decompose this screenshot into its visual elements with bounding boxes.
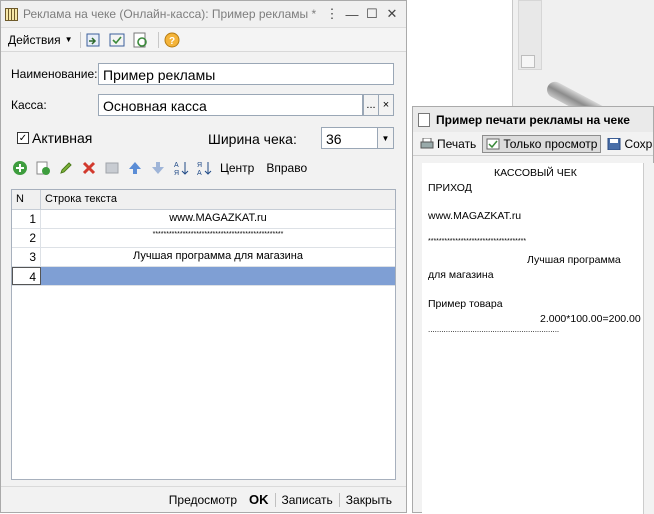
row-number: 1 — [12, 210, 41, 228]
receipt-title: КАССОВЫЙ ЧЕК — [494, 167, 577, 179]
window-title: Реклама на чеке (Онлайн-касса): Пример р… — [23, 7, 317, 21]
save-button[interactable]: Записать — [276, 493, 339, 507]
readonly-toggle[interactable]: Только просмотр — [482, 134, 602, 153]
save-preview-button[interactable]: Сохран — [604, 136, 653, 152]
center-button[interactable]: Центр — [220, 161, 254, 175]
ok-button[interactable]: OK — [243, 492, 275, 507]
print-preview-window: Пример печати рекламы на чеке Печать Тол… — [412, 106, 654, 514]
receipt-line: ПРИХОД — [428, 182, 472, 194]
save-icon[interactable] — [108, 31, 127, 49]
receipt-line: ........................................… — [428, 325, 560, 334]
row-text[interactable] — [41, 267, 395, 285]
column-header-n[interactable]: N — [12, 190, 41, 209]
preview-button[interactable]: Предосмотр — [163, 493, 243, 507]
width-dropdown-button[interactable]: ▼ — [377, 127, 394, 149]
kassa-select-button[interactable]: ... — [363, 94, 379, 116]
row-number: 2 — [12, 229, 41, 247]
row-number: 3 — [12, 248, 41, 266]
end-edit-icon[interactable] — [103, 159, 121, 177]
minimize-button[interactable]: — — [342, 5, 362, 23]
toolbar-separator — [79, 31, 81, 48]
bottom-bar: Предосмотр OK Записать Закрыть — [1, 486, 406, 512]
preview-title-bar: Пример печати рекламы на чеке — [413, 107, 653, 132]
svg-text:Я: Я — [197, 162, 202, 169]
checkbox-icon: ✓ — [17, 132, 29, 144]
sort-ascending-icon[interactable]: AЯ — [172, 159, 190, 177]
svg-text:?: ? — [169, 36, 175, 47]
receipt-preview: КАССОВЫЙ ЧЕК ПРИХОД www.MAGAZKAT.ru ****… — [422, 163, 643, 514]
printer-icon — [420, 137, 434, 150]
document-icon — [5, 7, 18, 21]
row-text[interactable]: Лучшая программа для магазина — [41, 248, 395, 266]
main-window: Реклама на чеке (Онлайн-касса): Пример р… — [0, 0, 407, 513]
receipt-line: для магазина — [428, 269, 494, 281]
more-icon[interactable]: ⋮ — [322, 5, 342, 23]
name-field[interactable]: Пример рекламы — [98, 63, 394, 85]
receipt-line: www.MAGAZKAT.ru — [428, 210, 522, 222]
svg-text:A: A — [174, 162, 179, 169]
table-row[interactable]: 2 **************************************… — [12, 229, 395, 248]
name-label: Наименование: — [11, 67, 98, 81]
text-lines-grid[interactable]: N Строка текста 1 www.MAGAZKAT.ru 2 ****… — [11, 189, 396, 480]
close-window-button[interactable]: Закрыть — [340, 493, 398, 507]
width-field[interactable]: 36 — [321, 127, 378, 149]
title-bar: Реклама на чеке (Онлайн-касса): Пример р… — [1, 1, 406, 28]
maximize-button[interactable]: ☐ — [362, 5, 382, 23]
table-row[interactable]: 3 Лучшая программа для магазина — [12, 248, 395, 267]
save-close-icon[interactable] — [85, 31, 104, 49]
sort-descending-icon[interactable]: ЯA — [195, 159, 213, 177]
active-label: Активная — [32, 130, 93, 146]
print-button[interactable]: Печать — [417, 136, 479, 152]
move-up-icon[interactable] — [126, 159, 144, 177]
help-icon[interactable]: ? — [163, 31, 182, 49]
receipt-line: ************************************ — [428, 238, 527, 245]
close-button[interactable]: ✕ — [382, 5, 402, 23]
readonly-label: Только просмотр — [503, 136, 598, 151]
grid-header: N Строка текста — [12, 190, 395, 210]
preview-title: Пример печати рекламы на чеке — [436, 112, 630, 127]
row-text[interactable]: ****************************************… — [41, 229, 395, 247]
print-label: Печать — [437, 136, 477, 151]
toolbar: Действия ▼ ? — [1, 28, 406, 52]
kassa-field[interactable]: Основная касса — [98, 94, 363, 116]
actions-menu-label: Действия — [8, 32, 61, 47]
row-number: 4 — [12, 267, 41, 285]
right-align-button[interactable]: Вправо — [266, 161, 307, 175]
readonly-icon — [486, 138, 500, 150]
receipt-line: Пример товара — [428, 298, 503, 310]
preview-scrollbar[interactable] — [643, 163, 654, 514]
copy-icon[interactable] — [34, 159, 52, 177]
active-checkbox[interactable]: ✓ Активная — [17, 130, 92, 146]
row-text[interactable]: www.MAGAZKAT.ru — [41, 210, 395, 228]
svg-text:A: A — [197, 170, 202, 176]
receipt-line: 2.000*100.00=200.00 — [540, 313, 641, 325]
actions-menu[interactable]: Действия ▼ — [5, 32, 76, 48]
chevron-down-icon: ▼ — [64, 35, 73, 44]
delete-icon[interactable] — [80, 159, 98, 177]
save-preview-label: Сохран — [624, 136, 653, 151]
receipt-line: Лучшая программа — [527, 254, 621, 266]
kassa-clear-button[interactable]: × — [378, 94, 394, 116]
add-icon[interactable] — [11, 159, 29, 177]
refresh-icon[interactable] — [131, 31, 150, 49]
background-button — [521, 55, 535, 68]
move-down-icon[interactable] — [149, 159, 167, 177]
svg-text:Я: Я — [174, 170, 179, 176]
chevron-down-icon: ▼ — [381, 133, 390, 143]
save-icon — [607, 137, 621, 150]
width-label: Ширина чека: — [208, 131, 297, 147]
column-header-text[interactable]: Строка текста — [41, 190, 395, 209]
toolbar-separator — [157, 31, 159, 48]
grid-command-bar: AЯ ЯA Центр Вправо — [11, 159, 317, 177]
edit-icon[interactable] — [57, 159, 75, 177]
preview-toolbar: Печать Только просмотр Сохран — [413, 132, 653, 156]
table-row-selected[interactable]: 4 — [12, 267, 395, 286]
document-icon — [418, 112, 430, 127]
table-row[interactable]: 1 www.MAGAZKAT.ru — [12, 210, 395, 229]
kassa-label: Касса: — [11, 98, 47, 112]
